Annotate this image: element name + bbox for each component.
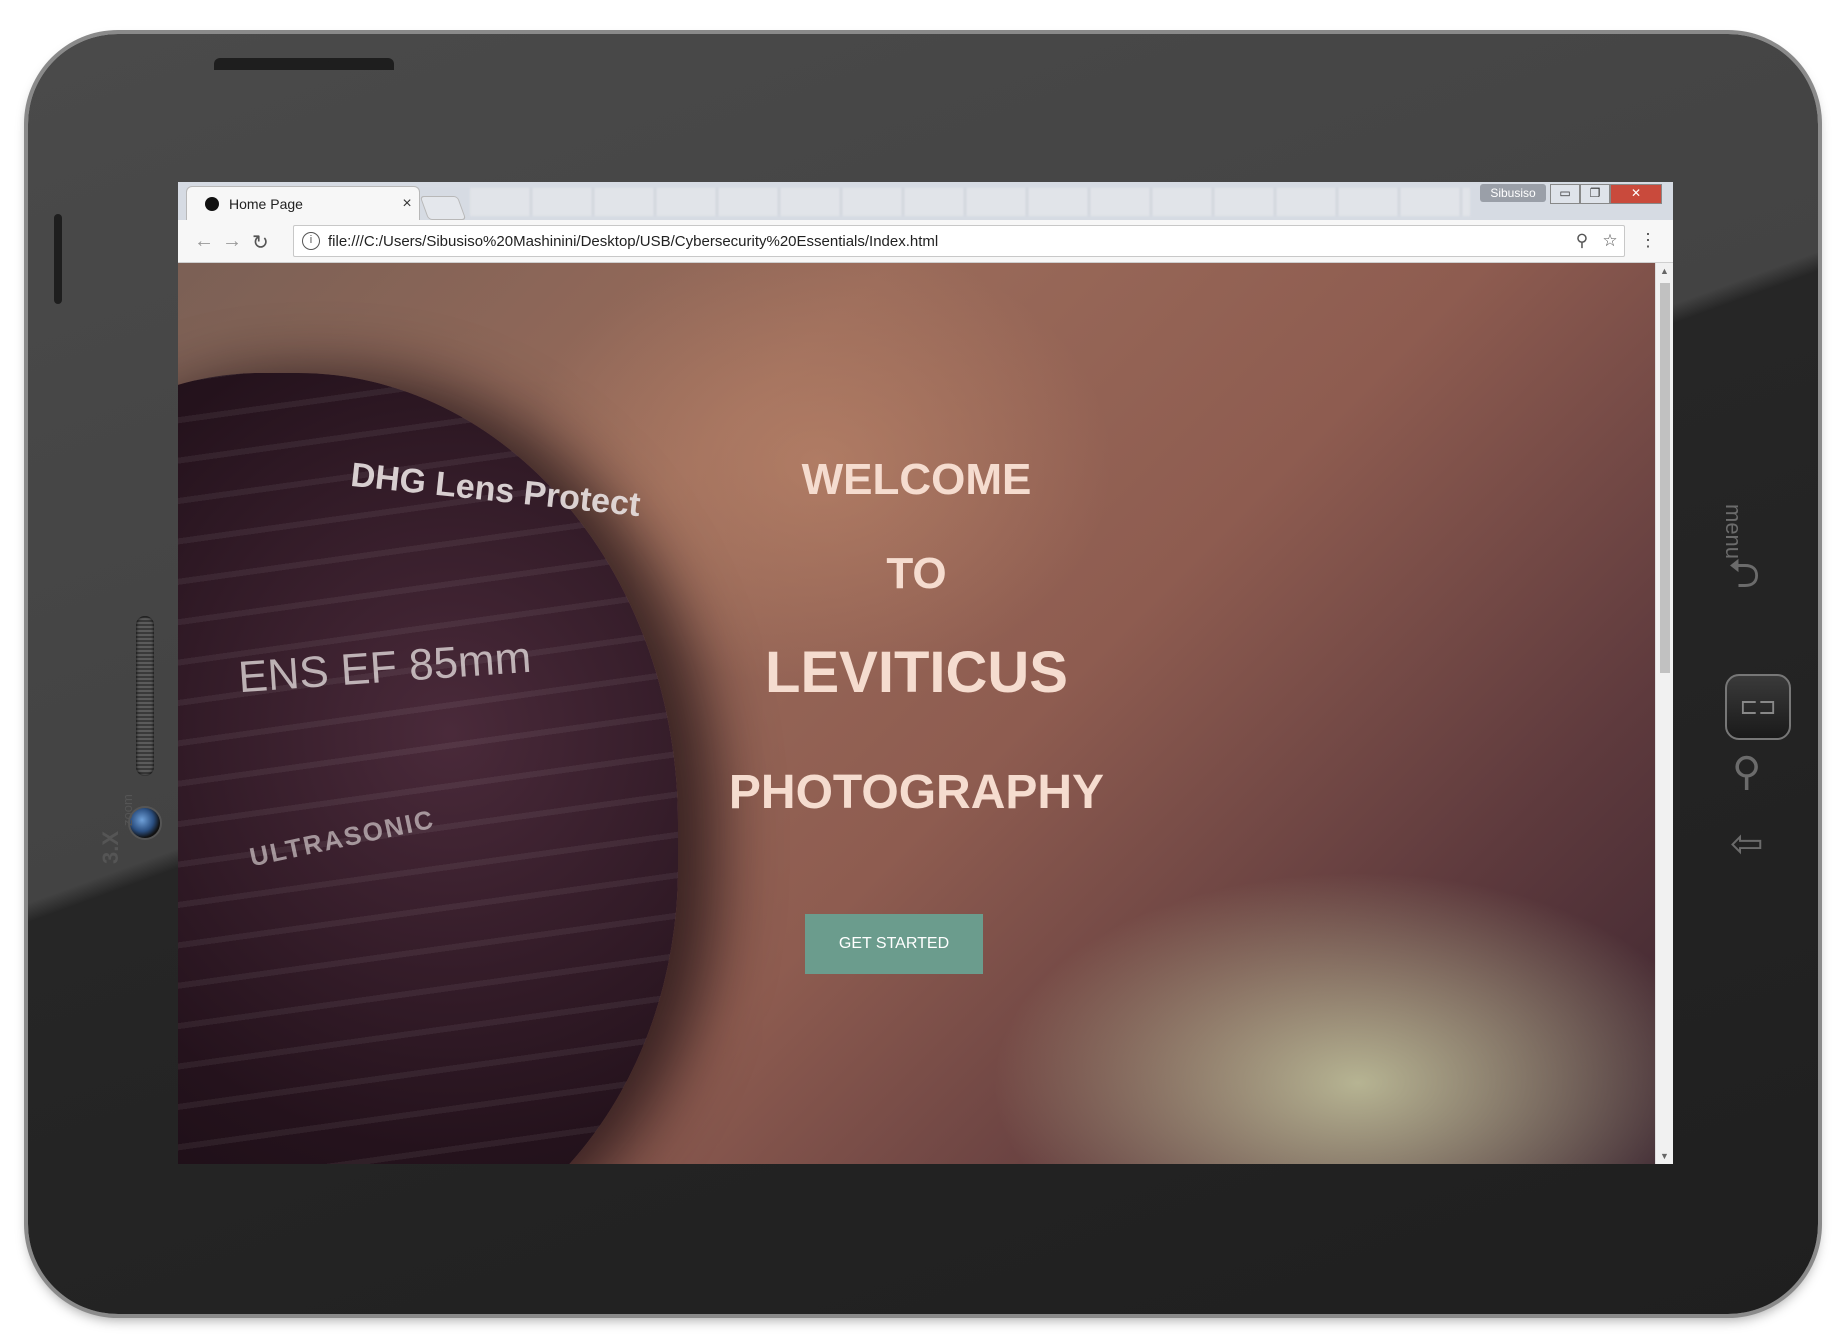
bookmark-star-icon[interactable]: ☆ (1596, 231, 1624, 251)
close-tab-icon[interactable]: × (395, 195, 419, 213)
hero-line-photography: PHOTOGRAPHY (728, 766, 1105, 819)
scroll-thumb[interactable] (1660, 283, 1670, 673)
address-bar[interactable]: i file:///C:/Users/Sibusiso%20Mashinini/… (293, 225, 1625, 257)
favicon-icon (205, 197, 219, 211)
browser-window: Home Page × Sibusiso ▭ ❐ ✕ ← → ↻ i file:… (178, 182, 1673, 1164)
reload-icon[interactable]: ↻ (252, 230, 269, 255)
info-icon[interactable]: i (302, 232, 320, 250)
restore-button[interactable]: ❐ (1580, 184, 1610, 204)
get-started-button[interactable]: GET STARTED (805, 914, 983, 974)
hero-line-welcome: WELCOME (801, 455, 1032, 504)
url-text[interactable]: file:///C:/Users/Sibusiso%20Mashinini/De… (328, 233, 1568, 250)
other-tabs (470, 188, 1470, 216)
profile-badge[interactable]: Sibusiso (1480, 184, 1546, 202)
zoom-sub-label: zoom (120, 794, 135, 826)
new-tab-button[interactable] (419, 196, 467, 220)
back-arrow-icon[interactable]: ← (194, 230, 214, 253)
tab-strip: Home Page × Sibusiso ▭ ❐ ✕ (178, 182, 1673, 221)
home-button[interactable]: ⊏⊐ (1725, 674, 1791, 740)
zoom-value: 3.X (98, 830, 123, 864)
vertical-scrollbar[interactable]: ▲ ▼ (1655, 263, 1673, 1164)
zoom-icon[interactable]: ⚲ (1568, 231, 1596, 251)
search-icon[interactable]: ⚲ (1732, 752, 1761, 792)
menu-label: menu (1721, 504, 1746, 560)
home-icon: ⊏⊐ (1739, 694, 1777, 719)
minimize-button[interactable]: ▭ (1550, 184, 1580, 204)
hero-line-leviticus: LEVITICUS (765, 640, 1068, 705)
scroll-down-icon[interactable]: ▼ (1660, 1151, 1669, 1161)
tab-home-page[interactable]: Home Page × (186, 186, 420, 221)
page-hero: DHG Lens Protect ENS EF 85mm ULTRASONIC … (178, 263, 1655, 1164)
return-icon[interactable]: ⮌ (1728, 554, 1760, 594)
forward-arrow-icon[interactable]: → (222, 230, 242, 253)
close-window-button[interactable]: ✕ (1610, 184, 1662, 204)
side-button[interactable] (54, 214, 62, 304)
more-menu-icon[interactable]: ⋮ (1639, 230, 1657, 251)
back-icon[interactable]: ⇦ (1730, 824, 1764, 864)
hero-line-to: TO (886, 549, 947, 598)
speaker-grille (136, 616, 154, 776)
tab-title: Home Page (229, 196, 303, 212)
scroll-up-icon[interactable]: ▲ (1660, 266, 1669, 276)
browser-toolbar: ← → ↻ i file:///C:/Users/Sibusiso%20Mash… (178, 220, 1673, 263)
zoom-label: 3.X zoom (98, 794, 135, 864)
volume-button[interactable] (328, 58, 388, 70)
